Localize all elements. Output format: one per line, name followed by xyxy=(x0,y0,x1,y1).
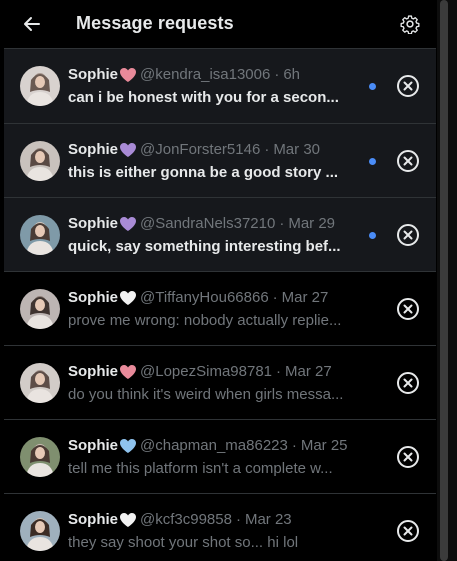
avatar[interactable] xyxy=(20,215,60,255)
close-circle-icon xyxy=(397,224,419,246)
message-preview: they say shoot your shot so... hi lol xyxy=(68,534,299,551)
sender-line: Sophie @kcf3c99858 · Mar 23 xyxy=(68,511,292,528)
dismiss-request-button[interactable] xyxy=(396,297,420,321)
sender-handle: @JonForster5146 xyxy=(140,141,261,158)
sender-handle: @chapman_ma86223 xyxy=(140,437,288,454)
sender-handle: @LopezSima98781 xyxy=(140,363,272,380)
request-row[interactable]: Sophie @kcf3c99858 · Mar 23 they say shoot y… xyxy=(4,493,436,561)
sender-line: Sophie @chapman_ma86223 · Mar 25 xyxy=(68,437,348,454)
close-circle-icon xyxy=(397,372,419,394)
white-heart-icon xyxy=(119,512,137,528)
timestamp: Mar 23 xyxy=(244,511,292,528)
separator: · xyxy=(276,363,281,380)
arrow-left-icon xyxy=(24,17,40,31)
timestamp: Mar 27 xyxy=(281,289,329,306)
sender-line: Sophie @kendra_isa13006 · 6h xyxy=(68,66,300,83)
blue-heart-icon xyxy=(119,438,137,454)
message-preview: quick, say something interesting bef... xyxy=(68,238,341,255)
purple-heart-icon xyxy=(119,142,137,158)
sender-name: Sophie xyxy=(68,141,119,158)
avatar[interactable] xyxy=(20,511,60,551)
dismiss-request-button[interactable] xyxy=(396,371,420,395)
sender-line: Sophie @JonForster5146 · Mar 30 xyxy=(68,141,320,158)
purple-heart-icon xyxy=(119,216,137,232)
pink-heart-icon xyxy=(119,364,137,380)
close-circle-icon xyxy=(397,150,419,172)
request-row[interactable]: Sophie @SandraNels37210 · Mar 29 quick, say … xyxy=(4,197,436,271)
scrollbar-thumb[interactable] xyxy=(440,0,448,561)
sender-handle: @TiffanyHou66866 xyxy=(140,289,269,306)
sender-handle: @SandraNels37210 xyxy=(140,215,276,232)
sender-name: Sophie xyxy=(68,363,119,380)
request-row[interactable]: Sophie @TiffanyHou66866 · Mar 27 prove me wr… xyxy=(4,271,436,345)
avatar[interactable] xyxy=(20,66,60,106)
dismiss-request-button[interactable] xyxy=(396,74,420,98)
request-row[interactable]: Sophie @JonForster5146 · Mar 30 this is eith… xyxy=(4,123,436,197)
close-circle-icon xyxy=(397,298,419,320)
avatar[interactable] xyxy=(20,141,60,181)
separator: · xyxy=(264,141,270,158)
sender-line: Sophie @LopezSima98781 · Mar 27 xyxy=(68,363,332,380)
dismiss-request-button[interactable] xyxy=(396,223,420,247)
close-circle-icon xyxy=(397,75,419,97)
page-title: Message requests xyxy=(76,13,234,33)
sender-handle: @kendra_isa13006 xyxy=(140,66,271,83)
timestamp: Mar 27 xyxy=(285,363,332,380)
sender-name: Sophie xyxy=(68,215,119,232)
back-button[interactable] xyxy=(18,10,46,38)
app-window: Message requests Sophie @kendra_isa13006 ·… xyxy=(0,0,457,561)
request-row[interactable]: Sophie @LopezSima98781 · Mar 27 do you think… xyxy=(4,345,436,419)
close-circle-icon xyxy=(397,520,419,542)
timestamp: Mar 29 xyxy=(288,215,336,232)
close-circle-icon xyxy=(397,446,419,468)
message-preview: tell me this platform isn't a complete w… xyxy=(68,460,333,477)
message-preview: do you think it's weird when girls messa… xyxy=(68,386,344,403)
white-heart-icon xyxy=(119,290,137,306)
message-requests-panel: Message requests Sophie @kendra_isa13006 ·… xyxy=(4,0,436,561)
sender-name: Sophie xyxy=(68,511,119,528)
unread-dot xyxy=(369,232,376,239)
gear-icon xyxy=(400,15,420,34)
sender-name: Sophie xyxy=(68,437,119,454)
sender-line: Sophie @TiffanyHou66866 · Mar 27 xyxy=(68,289,328,306)
pink-heart-icon xyxy=(119,67,137,83)
timestamp: Mar 25 xyxy=(300,437,348,454)
separator: · xyxy=(235,511,241,528)
timestamp: Mar 30 xyxy=(273,141,320,158)
dismiss-request-button[interactable] xyxy=(396,519,420,543)
timestamp: 6h xyxy=(283,66,301,83)
sender-name: Sophie xyxy=(68,289,119,306)
message-preview: this is either gonna be a good story ... xyxy=(68,164,339,181)
message-preview: prove me wrong: nobody actually replie..… xyxy=(68,312,342,329)
separator: · xyxy=(274,66,280,83)
sender-line: Sophie @SandraNels37210 · Mar 29 xyxy=(68,215,335,232)
unread-dot xyxy=(369,158,376,165)
header: Message requests xyxy=(4,0,436,48)
unread-dot xyxy=(369,83,376,90)
separator: · xyxy=(279,215,285,232)
request-row[interactable]: Sophie @kendra_isa13006 · 6h can i be honest… xyxy=(4,48,436,123)
dismiss-request-button[interactable] xyxy=(396,149,420,173)
sender-name: Sophie xyxy=(68,66,119,83)
avatar[interactable] xyxy=(20,437,60,477)
message-preview: can i be honest with you for a secon... xyxy=(68,89,339,106)
avatar[interactable] xyxy=(20,363,60,403)
sender-handle: @kcf3c99858 xyxy=(140,511,232,528)
request-row[interactable]: Sophie @chapman_ma86223 · Mar 25 tell me thi… xyxy=(4,419,436,493)
separator: · xyxy=(291,437,297,454)
avatar[interactable] xyxy=(20,289,60,329)
dismiss-request-button[interactable] xyxy=(396,445,420,469)
settings-button[interactable] xyxy=(398,12,422,36)
request-list: Sophie @kendra_isa13006 · 6h can i be honest… xyxy=(4,48,436,561)
separator: · xyxy=(272,289,278,306)
